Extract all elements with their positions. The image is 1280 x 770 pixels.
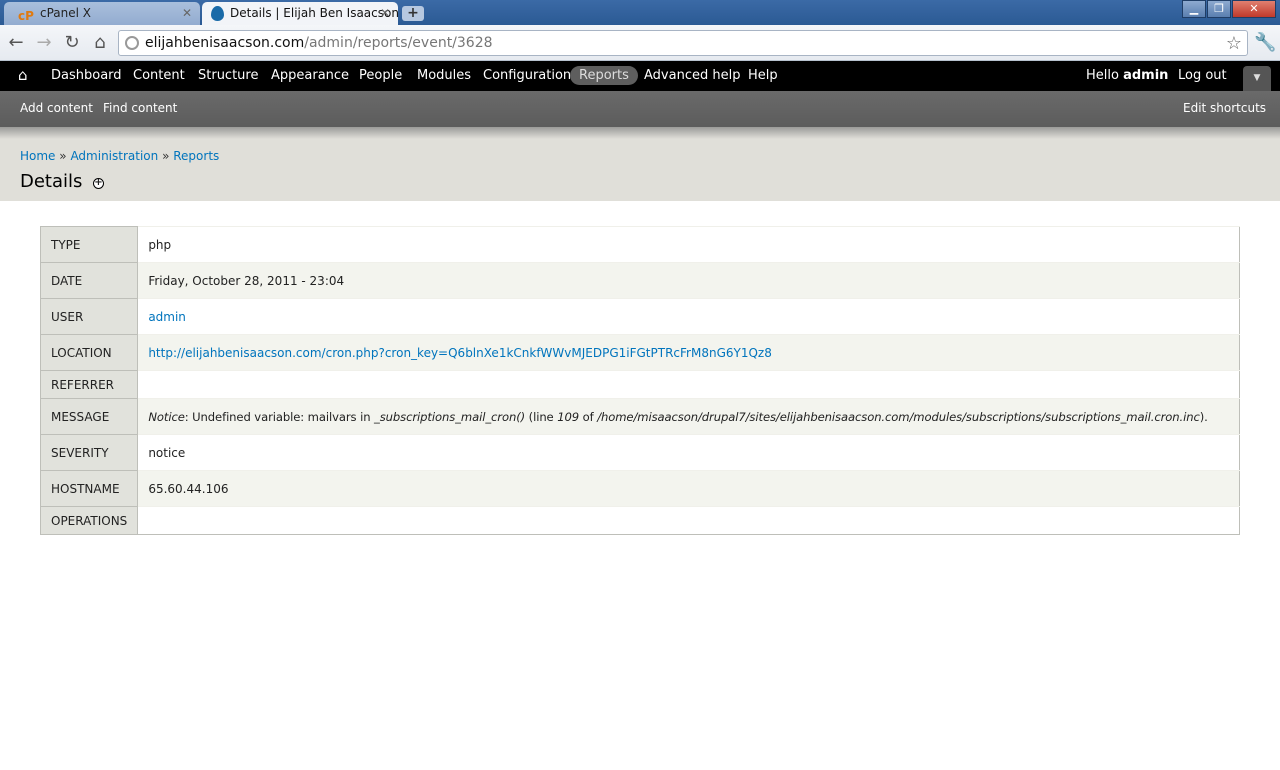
toolbar-shadow	[0, 127, 1280, 139]
admin-toolbar: ⌂ Dashboard Content Structure Appearance…	[0, 61, 1280, 91]
message-text: : Undefined variable: mailvars in	[184, 409, 375, 424]
table-row: TYPE php	[39, 226, 1240, 263]
user-value: admin	[137, 298, 1240, 335]
close-window-button[interactable]: ✕	[1232, 0, 1276, 18]
drawer-toggle-icon[interactable]: ▼	[1243, 66, 1271, 91]
message-text: of	[579, 409, 598, 424]
window-controls: ▁ ❐ ✕	[1181, 0, 1276, 18]
table-row: LOCATION http://elijahbenisaacson.com/cr…	[39, 334, 1240, 371]
date-label: DATE	[39, 262, 139, 299]
url-path: /admin/reports/event/3628	[304, 35, 493, 51]
breadcrumb-separator: »	[59, 149, 67, 163]
menu-help[interactable]: Help	[748, 68, 778, 83]
severity-label: SEVERITY	[39, 434, 139, 471]
tab-label: Details | Elijah Ben Isaacson	[230, 6, 398, 20]
hostname-value: 65.60.44.106	[137, 470, 1240, 507]
date-value: Friday, October 28, 2011 - 23:04	[137, 262, 1240, 299]
menu-configuration[interactable]: Configuration	[483, 68, 571, 83]
type-label: TYPE	[39, 226, 139, 263]
user-link[interactable]: admin	[148, 310, 186, 324]
page-title: Details	[20, 171, 83, 192]
hello-prefix: Hello	[1086, 68, 1119, 83]
reload-icon[interactable]: ↻	[62, 33, 82, 53]
bookmark-star-icon[interactable]: ☆	[1226, 33, 1242, 54]
referrer-value	[137, 370, 1240, 399]
minimize-button[interactable]: ▁	[1182, 0, 1206, 18]
message-text: ).	[1199, 409, 1208, 424]
shortcut-add-content[interactable]: Add content	[20, 101, 93, 115]
menu-people[interactable]: People	[359, 68, 402, 83]
add-shortcut-icon[interactable]: +	[93, 178, 104, 189]
page-info-icon[interactable]	[125, 36, 139, 50]
breadcrumb-home[interactable]: Home	[20, 149, 55, 163]
table-row: REFERRER	[39, 370, 1240, 399]
menu-modules[interactable]: Modules	[417, 68, 471, 83]
forward-icon[interactable]: →	[34, 33, 54, 53]
shortcuts-bar: Add content Find content Edit shortcuts	[0, 91, 1280, 127]
referrer-label: REFERRER	[39, 370, 139, 399]
table-row: HOSTNAME 65.60.44.106	[39, 470, 1240, 507]
event-details-table: TYPE php DATE Friday, October 28, 2011 -…	[39, 226, 1240, 535]
new-tab-button[interactable]: +	[402, 6, 424, 21]
breadcrumb-reports[interactable]: Reports	[173, 149, 219, 163]
table-row: USER admin	[39, 298, 1240, 335]
breadcrumb: Home » Administration » Reports	[20, 149, 219, 163]
table-row: DATE Friday, October 28, 2011 - 23:04	[39, 262, 1240, 299]
message-value: Notice: Undefined variable: mailvars in …	[137, 398, 1240, 435]
menu-advanced-help[interactable]: Advanced help	[644, 68, 740, 83]
table-row: MESSAGE Notice: Undefined variable: mail…	[39, 398, 1240, 435]
shortcut-find-content[interactable]: Find content	[103, 101, 177, 115]
url-text: elijahbenisaacson.com/admin/reports/even…	[145, 35, 493, 51]
message-level: Notice	[148, 409, 185, 424]
message-text: (line	[525, 409, 558, 424]
edit-shortcuts-link[interactable]: Edit shortcuts	[1183, 101, 1266, 115]
message-file: /home/misaacson/drupal7/sites/elijahbeni…	[597, 409, 1200, 424]
hello-user: Hello admin	[1086, 68, 1168, 83]
menu-reports[interactable]: Reports	[570, 66, 638, 85]
location-value: http://elijahbenisaacson.com/cron.php?cr…	[137, 334, 1240, 371]
menu-appearance[interactable]: Appearance	[271, 68, 349, 83]
browser-toolbar: ← → ↻ ⌂ elijahbenisaacson.com/admin/repo…	[0, 25, 1280, 61]
drupal-icon	[211, 6, 224, 21]
page-header: Home » Administration » Reports Details …	[0, 139, 1280, 201]
maximize-button[interactable]: ❐	[1207, 0, 1231, 18]
address-bar[interactable]: elijahbenisaacson.com/admin/reports/even…	[118, 30, 1248, 56]
menu-content[interactable]: Content	[133, 68, 185, 83]
severity-value: notice	[137, 434, 1240, 471]
cpanel-icon: cP	[18, 9, 34, 23]
location-label: LOCATION	[39, 334, 139, 371]
table-row: OPERATIONS	[39, 506, 1240, 535]
home-icon[interactable]: ⌂	[90, 33, 110, 53]
hostname-label: HOSTNAME	[39, 470, 139, 507]
user-link[interactable]: admin	[1123, 68, 1168, 83]
breadcrumb-administration[interactable]: Administration	[70, 149, 158, 163]
table-row: SEVERITY notice	[39, 434, 1240, 471]
operations-value	[137, 506, 1240, 535]
logout-link[interactable]: Log out	[1178, 68, 1227, 83]
type-value: php	[137, 226, 1240, 263]
breadcrumb-separator: »	[162, 149, 170, 163]
menu-dashboard[interactable]: Dashboard	[51, 68, 122, 83]
close-tab-icon[interactable]: ✕	[182, 2, 192, 24]
browser-tab-strip: cP cPanel X ✕ Details | Elijah Ben Isaac…	[0, 0, 1280, 25]
home-icon[interactable]: ⌂	[18, 66, 28, 84]
message-label: MESSAGE	[39, 398, 139, 435]
user-label: USER	[39, 298, 139, 335]
back-icon[interactable]: ←	[6, 33, 26, 53]
wrench-menu-icon[interactable]: 🔧	[1254, 32, 1276, 53]
menu-structure[interactable]: Structure	[198, 68, 258, 83]
browser-tab-details[interactable]: Details | Elijah Ben Isaacson ✕	[202, 2, 398, 25]
location-link[interactable]: http://elijahbenisaacson.com/cron.php?cr…	[148, 346, 772, 360]
message-function: _subscriptions_mail_cron()	[374, 409, 526, 424]
operations-label: OPERATIONS	[39, 506, 139, 535]
close-tab-icon[interactable]: ✕	[380, 2, 390, 24]
url-host: elijahbenisaacson.com	[145, 35, 305, 51]
browser-tab-cpanel[interactable]: cP cPanel X ✕	[4, 2, 200, 25]
message-line: 109	[557, 409, 580, 424]
